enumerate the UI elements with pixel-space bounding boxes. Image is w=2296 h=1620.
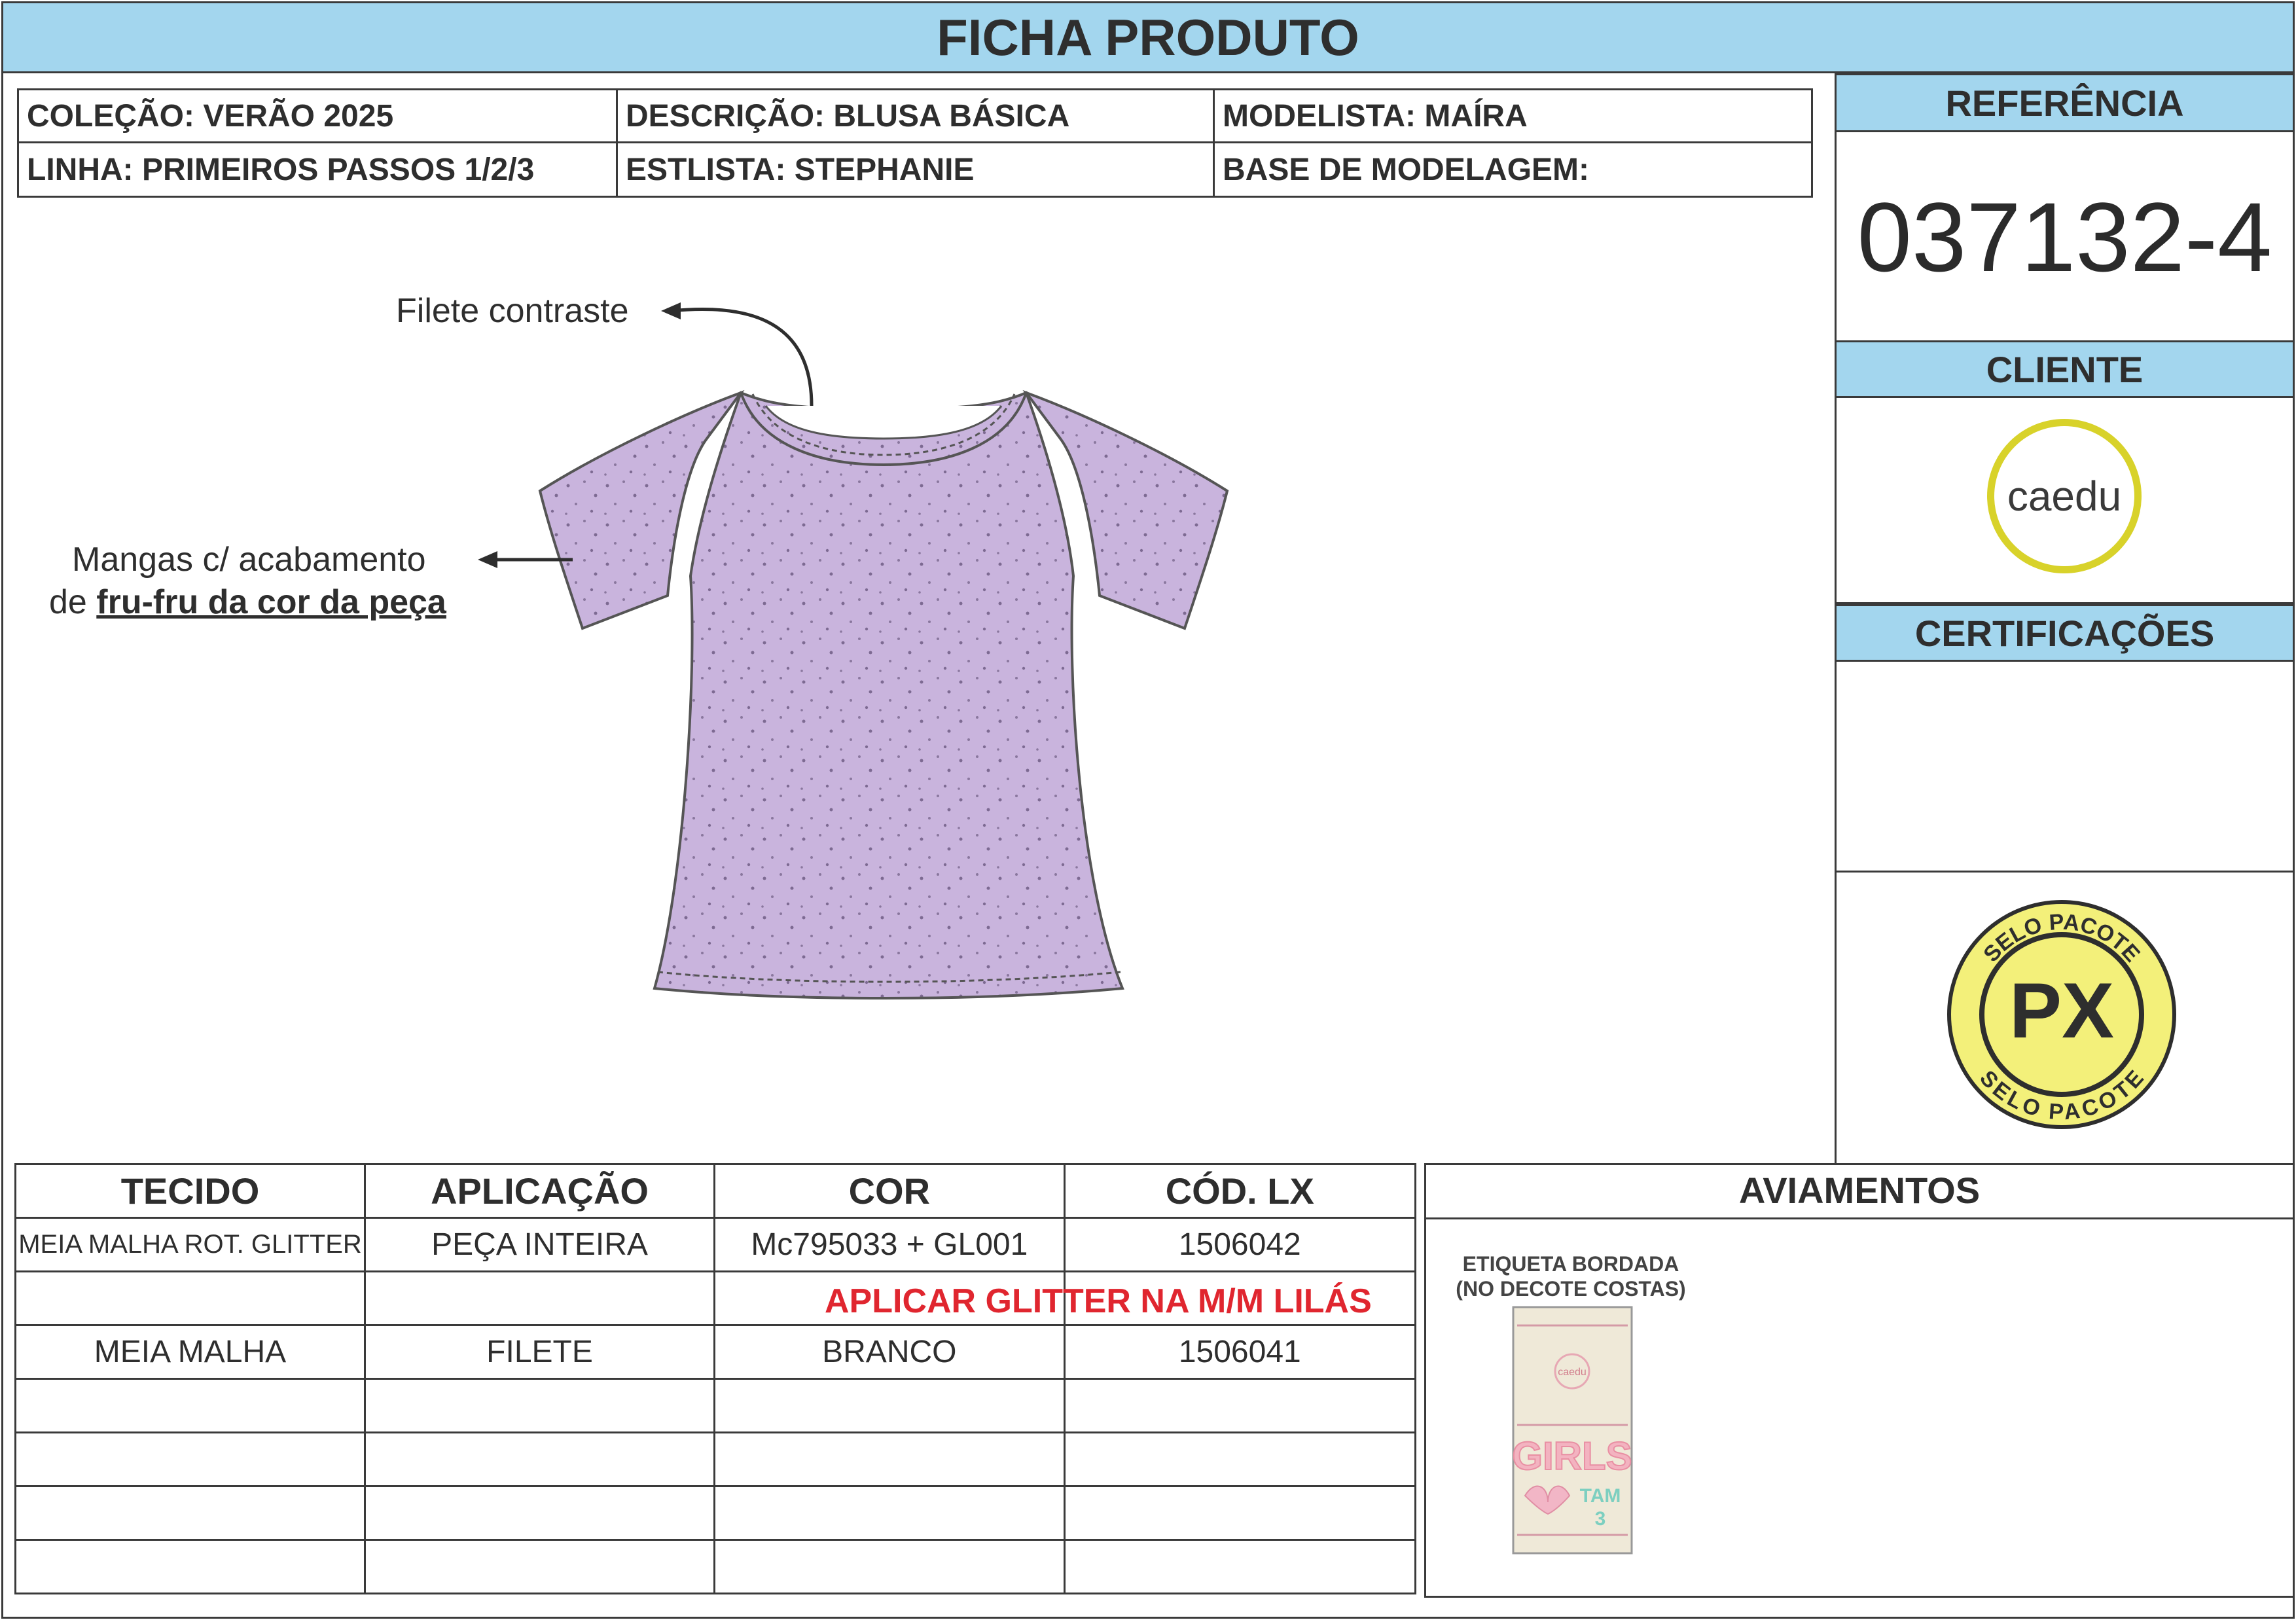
referencia-value: 037132-4 [1857,181,2272,292]
woven-label-size: 3 [1595,1508,1606,1530]
col-header-cor: COR [713,1163,1066,1219]
aviamento-item-title-line1: ETIQUETA BORDADA [1462,1252,1679,1276]
certificacoes-header: CERTIFICAÇÕES [1835,604,2295,662]
annotation-mangas-line2: de fru-fru da cor da peça [49,583,446,622]
table-row [14,1378,1417,1433]
cell-cor [713,1485,1066,1541]
cell-tecido [14,1270,366,1326]
cell-tecido: MEIA MALHA [14,1324,366,1380]
cell-aplicacao [363,1378,716,1433]
cell-aplicacao [363,1539,716,1594]
page-title: FICHA PRODUTO [1,1,2295,73]
cell-tecido [14,1378,366,1433]
info-linha: LINHA: PRIMEIROS PASSOS 1/2/3 [17,141,618,198]
woven-label-image: caedu GIRLS TAM 3 [1512,1306,1633,1555]
caedu-logo: caedu [1987,419,2142,573]
cell-aplicacao: FILETE [363,1324,716,1380]
cell-cor [713,1431,1066,1487]
cell-tecido [14,1485,366,1541]
caedu-logo-text: caedu [2007,473,2122,520]
annotation-arrow-filete [661,302,814,406]
annotation-arrow-mangas [478,551,573,568]
info-modelista: MODELISTA: MAÍRA [1213,88,1813,143]
cell-aplicacao [363,1485,716,1541]
annotation-mangas-line1: Mangas c/ acabamento [72,541,426,579]
info-descricao: DESCRIÇÃO: BLUSA BÁSICA [616,88,1215,143]
col-header-aplicacao: APLICAÇÃO [363,1163,716,1219]
col-header-cod-lx: CÓD. LX [1063,1163,1417,1219]
info-base-modelagem: BASE DE MODELAGEM: [1213,141,1813,198]
cell-aplicacao [363,1431,716,1487]
selo-pacote-seal: SELO PACOTE PX SELO PACOTE [1947,900,2176,1129]
cell-tecido: MEIA MALHA ROT. GLITTER [14,1217,366,1272]
annotation-mangas-prefix: de [49,583,97,621]
cell-tecido [14,1431,366,1487]
info-colecao: COLEÇÃO: VERÃO 2025 [17,88,618,143]
tshirt-drawing [538,389,1229,999]
annotation-filete: Filete contraste [396,292,629,330]
selo-center-text: PX [2009,967,2114,1054]
glitter-note: APLICAR GLITTER NA M/M LILÁS [825,1282,1372,1320]
aviamentos-header: AVIAMENTOS [1424,1163,2295,1219]
cell-cod-lx [1063,1485,1417,1541]
woven-label-girls: GIRLS [1512,1434,1632,1478]
cell-aplicacao [363,1270,716,1326]
cell-cod-lx [1063,1431,1417,1487]
cliente-header: CLIENTE [1835,340,2295,398]
table-row [14,1539,1417,1594]
cell-cod-lx: 1506042 [1063,1217,1417,1272]
cell-cor: BRANCO [713,1324,1066,1380]
referencia-header: REFERÊNCIA [1835,73,2295,132]
info-estilista: ESTLISTA: STEPHANIE [616,141,1215,198]
col-header-tecido: TECIDO [14,1163,366,1219]
table-row: MEIA MALHA ROT. GLITTER PEÇA INTEIRA Mc7… [14,1217,1417,1272]
fabric-table: TECIDO APLICAÇÃO COR CÓD. LX MEIA MALHA … [14,1163,1417,1594]
woven-label-brand: caedu [1558,1367,1587,1378]
annotation-mangas-bold: fru-fru da cor da peça [96,583,446,621]
cell-cor [713,1539,1066,1594]
table-row [14,1431,1417,1487]
aviamento-item-title-line2: (NO DECOTE COSTAS) [1456,1277,1686,1301]
divider [1835,871,2295,873]
cell-cod-lx [1063,1378,1417,1433]
cell-cor: Mc795033 + GL001 [713,1217,1066,1272]
cell-cod-lx: 1506041 [1063,1324,1417,1380]
cell-aplicacao: PEÇA INTEIRA [363,1217,716,1272]
cell-cod-lx [1063,1539,1417,1594]
woven-label-tam: TAM [1580,1485,1621,1507]
aviamento-item-title: ETIQUETA BORDADA (NO DECOTE COSTAS) [1446,1251,1695,1301]
cell-cor [713,1378,1066,1433]
cell-tecido [14,1539,366,1594]
table-row [14,1485,1417,1541]
table-row: MEIA MALHA FILETE BRANCO 1506041 [14,1324,1417,1380]
